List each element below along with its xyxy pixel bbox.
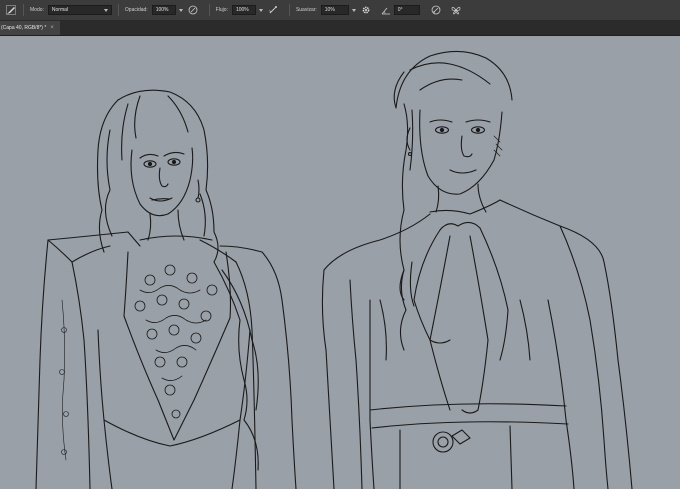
close-icon[interactable]: × xyxy=(50,25,54,31)
flow-field[interactable]: 100% xyxy=(231,5,256,15)
chevron-down-icon xyxy=(103,8,108,12)
separator xyxy=(23,4,24,16)
canvas-area[interactable] xyxy=(0,36,680,489)
opacity-value: 100% xyxy=(155,7,169,13)
airbrush-icon[interactable] xyxy=(267,4,279,16)
mode-value: Normal xyxy=(51,7,69,13)
angle-value: 0° xyxy=(397,7,403,13)
pen-pressure-icon[interactable] xyxy=(187,4,199,16)
separator xyxy=(117,4,119,16)
butterfly-icon[interactable] xyxy=(450,4,462,16)
document-tab-title: (Capa 40, RGB/8*) * xyxy=(1,25,47,31)
left-figure xyxy=(35,89,297,489)
mode-select[interactable]: Normal xyxy=(47,5,112,15)
mode-label: Modo: xyxy=(30,7,44,13)
separator xyxy=(288,4,290,16)
flow-slider-chevron-icon[interactable] xyxy=(258,8,263,12)
document-tab[interactable]: (Capa 40, RGB/8*) * × xyxy=(0,21,60,35)
document-tab-bar: (Capa 40, RGB/8*) * × xyxy=(0,21,680,35)
opacity-slider-chevron-icon[interactable] xyxy=(178,8,183,12)
brush-icon[interactable] xyxy=(5,4,17,16)
angle-field[interactable]: 0° xyxy=(393,5,420,15)
angle-icon xyxy=(380,4,392,16)
flow-value: 100% xyxy=(235,7,249,13)
pen-pressure-size-icon[interactable] xyxy=(430,4,442,16)
smoothing-value: 10% xyxy=(324,7,335,13)
opacity-label: Opacidad: xyxy=(124,7,148,13)
smoothing-label: Suavizar: xyxy=(295,7,317,13)
smoothing-slider-chevron-icon[interactable] xyxy=(351,8,356,12)
options-bar: Modo: Normal Opacidad: 100% Flujo: 100% … xyxy=(0,0,680,21)
flow-label: Flujo: xyxy=(215,7,228,13)
smoothing-field[interactable]: 10% xyxy=(320,5,349,15)
separator xyxy=(208,4,210,16)
opacity-field[interactable]: 100% xyxy=(151,5,176,15)
right-figure xyxy=(321,50,633,489)
gear-icon[interactable] xyxy=(360,4,372,16)
line-art-drawing xyxy=(35,50,633,489)
